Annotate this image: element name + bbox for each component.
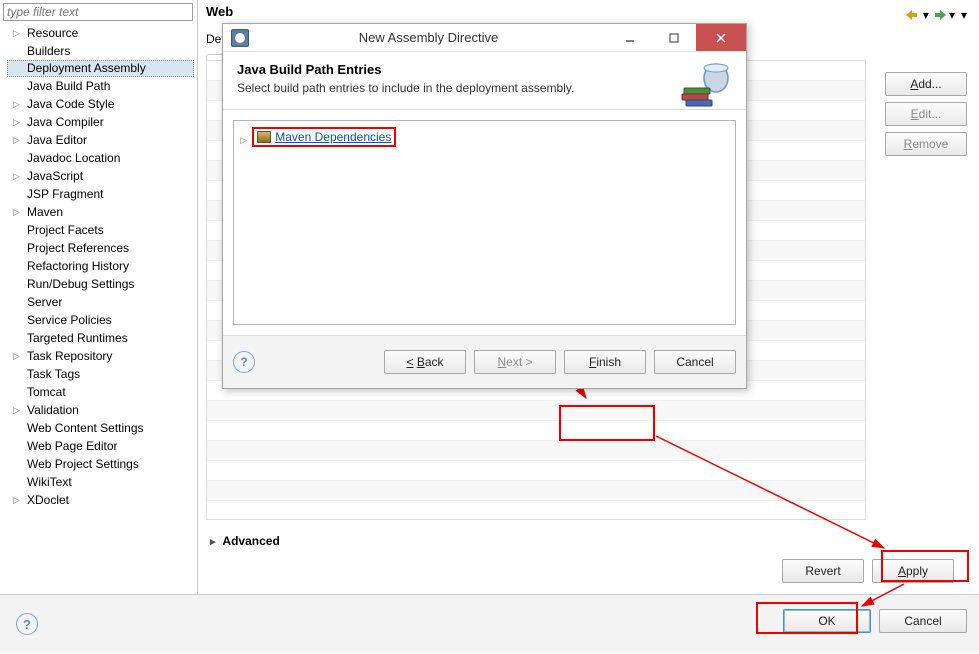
sidebar-item-task-tags[interactable]: Task Tags (7, 365, 194, 383)
preferences-tree-panel: ResourceBuildersDeployment AssemblyJava … (0, 0, 198, 594)
forward-dropdown-icon[interactable]: ▾ (949, 8, 955, 22)
eclipse-icon (231, 29, 249, 47)
help-icon[interactable]: ? (16, 613, 38, 635)
sidebar-item-web-project-settings[interactable]: Web Project Settings (7, 455, 194, 473)
sidebar-item-wikitext[interactable]: WikiText (7, 473, 194, 491)
forward-arrow-icon[interactable] (931, 8, 947, 22)
dialog-title: New Assembly Directive (249, 30, 608, 45)
apply-button[interactable]: Apply (872, 559, 954, 583)
sidebar-item-targeted-runtimes[interactable]: Targeted Runtimes (7, 329, 194, 347)
sidebar-item-java-code-style[interactable]: Java Code Style (7, 95, 194, 113)
filter-input[interactable] (3, 3, 193, 21)
sidebar-item-tomcat[interactable]: Tomcat (7, 383, 194, 401)
page-title: Web (206, 4, 971, 19)
dialog-titlebar[interactable]: New Assembly Directive (223, 24, 746, 52)
back-arrow-icon[interactable] (905, 8, 921, 22)
finish-button[interactable]: Finish (564, 350, 646, 374)
back-button[interactable]: < Back (384, 350, 466, 374)
sidebar-item-javascript[interactable]: JavaScript (7, 167, 194, 185)
next-button[interactable]: Next > (474, 350, 556, 374)
dialog-footer: ? < Back Next > Finish Cancel (223, 335, 746, 388)
sidebar-item-validation[interactable]: Validation (7, 401, 194, 419)
build-path-entries-tree[interactable]: Maven Dependencies (233, 120, 736, 325)
dialog-header: Java Build Path Entries Select build pat… (223, 52, 746, 110)
sidebar-item-run-debug-settings[interactable]: Run/Debug Settings (7, 275, 194, 293)
dialog-header-desc: Select build path entries to include in … (237, 81, 732, 95)
sidebar-item-server[interactable]: Server (7, 293, 194, 311)
sidebar-item-builders[interactable]: Builders (7, 42, 194, 60)
sidebar-item-task-repository[interactable]: Task Repository (7, 347, 194, 365)
sidebar-item-javadoc-location[interactable]: Javadoc Location (7, 149, 194, 167)
cancel-button[interactable]: Cancel (879, 609, 967, 633)
sidebar-item-project-facets[interactable]: Project Facets (7, 221, 194, 239)
sidebar-item-deployment-assembly[interactable]: Deployment Assembly (7, 60, 194, 77)
sidebar-item-java-compiler[interactable]: Java Compiler (7, 113, 194, 131)
sidebar-item-java-build-path[interactable]: Java Build Path (7, 77, 194, 95)
preferences-tree[interactable]: ResourceBuildersDeployment AssemblyJava … (3, 24, 194, 509)
sidebar-item-web-page-editor[interactable]: Web Page Editor (7, 437, 194, 455)
sidebar-item-xdoclet[interactable]: XDoclet (7, 491, 194, 509)
menu-dropdown-icon[interactable]: ▾ (961, 8, 967, 22)
advanced-section-toggle[interactable]: Advanced (210, 534, 280, 548)
maven-dependencies-item[interactable]: Maven Dependencies (275, 130, 391, 144)
help-icon[interactable]: ? (233, 351, 255, 373)
wizard-banner-icon (678, 60, 734, 110)
sidebar-item-project-references[interactable]: Project References (7, 239, 194, 257)
minimize-button[interactable] (608, 24, 652, 51)
dialog-button-bar: ? OK Cancel (0, 595, 979, 653)
history-nav: ▾ ▾ ▾ (905, 8, 967, 22)
new-assembly-directive-dialog: New Assembly Directive Java Build Path E… (222, 23, 747, 389)
sidebar-item-resource[interactable]: Resource (7, 24, 194, 42)
tree-item-row[interactable]: Maven Dependencies (240, 132, 396, 146)
sidebar-item-web-content-settings[interactable]: Web Content Settings (7, 419, 194, 437)
remove-button[interactable]: Remove (885, 132, 967, 156)
close-button[interactable] (696, 24, 746, 51)
back-dropdown-icon[interactable]: ▾ (923, 8, 929, 22)
sidebar-item-refactoring-history[interactable]: Refactoring History (7, 257, 194, 275)
library-icon (257, 131, 271, 143)
wizard-cancel-button[interactable]: Cancel (654, 350, 736, 374)
edit-button[interactable]: Edit... (885, 102, 967, 126)
dialog-header-title: Java Build Path Entries (237, 62, 732, 77)
sidebar-item-service-policies[interactable]: Service Policies (7, 311, 194, 329)
maximize-button[interactable] (652, 24, 696, 51)
sidebar-item-java-editor[interactable]: Java Editor (7, 131, 194, 149)
revert-button[interactable]: Revert (782, 559, 864, 583)
sidebar-item-maven[interactable]: Maven (7, 203, 194, 221)
sidebar-item-jsp-fragment[interactable]: JSP Fragment (7, 185, 194, 203)
ok-button[interactable]: OK (783, 609, 871, 633)
add-button[interactable]: Add... (885, 72, 967, 96)
